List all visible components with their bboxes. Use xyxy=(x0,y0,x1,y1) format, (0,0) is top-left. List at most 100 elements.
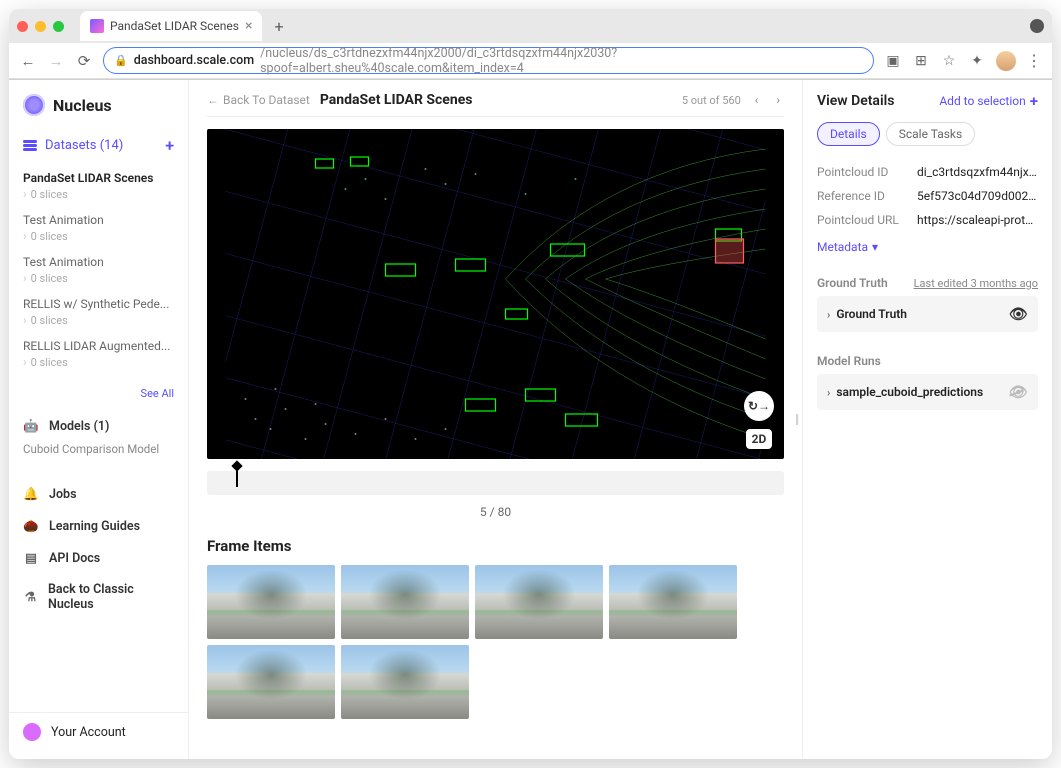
dataset-slices-count[interactable]: 0 slices xyxy=(9,271,188,293)
kv-value: https://scaleapi-protect... xyxy=(917,213,1038,227)
back-to-dataset-link[interactable]: ← Back To Dataset xyxy=(207,93,310,107)
chevron-right-icon: › xyxy=(827,308,830,321)
brand[interactable]: Nucleus xyxy=(9,88,188,130)
browser-tab[interactable]: PandaSet LIDAR Scenes × xyxy=(80,11,262,41)
url-path: /nucleus/ds_c3rtdnezxfm44njx2000/di_c3rt… xyxy=(260,46,863,76)
model-run-label: sample_cuboid_predictions xyxy=(836,385,983,399)
frame-thumbnail[interactable] xyxy=(341,645,469,719)
tab-details[interactable]: Details xyxy=(817,122,880,146)
dataset-slices-count[interactable]: 0 slices xyxy=(9,229,188,251)
sidebar: Nucleus Datasets (14) + PandaSet LIDAR S… xyxy=(9,80,189,759)
account-label: Your Account xyxy=(51,725,126,740)
main-content: ← Back To Dataset PandaSet LIDAR Scenes … xyxy=(189,80,802,759)
tab-title: PandaSet LIDAR Scenes xyxy=(110,19,239,33)
ground-truth-label: Ground Truth xyxy=(836,307,907,321)
kv-row: Pointcloud URLhttps://scaleapi-protect..… xyxy=(817,208,1038,232)
reload-icon[interactable]: ⟳ xyxy=(75,52,93,70)
sidebar-dataset-item[interactable]: RELLIS w/ Synthetic Pede... xyxy=(9,293,188,313)
visibility-off-icon[interactable]: 👁 xyxy=(1009,383,1028,401)
qr-icon[interactable]: ⊞ xyxy=(912,53,930,69)
url-domain: dashboard.scale.com xyxy=(134,53,254,68)
kv-row: Reference ID5ef573c04d709d002d3... xyxy=(817,184,1038,208)
datasets-list: PandaSet LIDAR Scenes 0 slices Test Anim… xyxy=(9,161,188,383)
sidebar-nav-jobs[interactable]: 🔔Jobs xyxy=(9,478,188,510)
frame-thumbnail[interactable] xyxy=(475,565,603,639)
sidebar-dataset-item[interactable]: RELLIS LIDAR Augmented... xyxy=(9,335,188,355)
sidebar-nav-guides[interactable]: 🌰Learning Guides xyxy=(9,510,188,542)
chevron-down-icon: ▾ xyxy=(872,240,878,254)
models-icon: 🤖 xyxy=(23,418,39,434)
dataset-slices-count[interactable]: 0 slices xyxy=(9,355,188,377)
extension-icon[interactable]: ✦ xyxy=(968,53,986,69)
close-tab-icon[interactable]: × xyxy=(245,18,252,34)
models-label: Models (1) xyxy=(49,419,109,434)
nucleus-logo-icon xyxy=(23,94,45,116)
see-all-link[interactable]: See All xyxy=(9,383,188,410)
add-dataset-button[interactable]: + xyxy=(165,136,174,155)
cast-icon[interactable]: ▣ xyxy=(884,53,902,69)
kv-key: Pointcloud ID xyxy=(817,165,917,179)
page-title: PandaSet LIDAR Scenes xyxy=(320,92,473,108)
dataset-slices-count[interactable]: 0 slices xyxy=(9,313,188,335)
kv-value: di_c3rtdsqzxfm44njx2030 xyxy=(917,165,1038,179)
sidebar-dataset-item[interactable]: PandaSet LIDAR Scenes xyxy=(9,167,188,187)
menu-kebab-icon[interactable]: ⋮ xyxy=(1026,51,1042,70)
ground-truth-row[interactable]: › Ground Truth 👁 xyxy=(817,296,1038,332)
your-account[interactable]: Your Account xyxy=(9,712,188,751)
model-run-row[interactable]: › sample_cuboid_predictions 👁 xyxy=(817,374,1038,410)
frame-thumbnail[interactable] xyxy=(207,565,335,639)
chevron-right-icon: › xyxy=(827,386,830,399)
address-bar[interactable]: 🔒 dashboard.scale.com /nucleus/ds_c3rtdn… xyxy=(103,47,874,74)
item-count: 5 out of 560 xyxy=(682,94,741,107)
frame-slider[interactable] xyxy=(207,471,784,495)
view-mode-2d-button[interactable]: 2D xyxy=(746,429,772,449)
frame-thumbnail[interactable] xyxy=(609,565,737,639)
window-controls[interactable] xyxy=(17,21,74,32)
sidebar-model-item[interactable]: Cuboid Comparison Model xyxy=(9,442,188,464)
add-to-selection-button[interactable]: Add to selection+ xyxy=(939,92,1038,110)
nav-back-icon[interactable]: ← xyxy=(19,52,37,70)
tab-scale-tasks[interactable]: Scale Tasks xyxy=(886,122,975,146)
pointcloud-viewer[interactable]: ↻→ 2D xyxy=(207,129,784,459)
sidebar-dataset-item[interactable]: Test Animation xyxy=(9,209,188,229)
details-title: View Details xyxy=(817,93,894,109)
new-tab-button[interactable]: + xyxy=(268,17,289,36)
brand-title: Nucleus xyxy=(53,96,112,115)
user-avatar-icon[interactable] xyxy=(996,51,1016,71)
sidebar-nav-apidocs[interactable]: ▤API Docs xyxy=(9,542,188,574)
gt-last-edited: Last edited 3 months ago xyxy=(914,277,1038,290)
visibility-on-icon[interactable]: 👁 xyxy=(1009,305,1028,323)
kv-row: Pointcloud IDdi_c3rtdsqzxfm44njx2030 xyxy=(817,160,1038,184)
details-panel: || View Details Add to selection+ Detail… xyxy=(802,80,1052,759)
metadata-toggle[interactable]: Metadata▾ xyxy=(817,232,1038,268)
datasets-header[interactable]: Datasets (14) + xyxy=(9,130,188,161)
favicon-icon xyxy=(90,19,104,33)
breadcrumb: ← Back To Dataset PandaSet LIDAR Scenes … xyxy=(207,92,784,117)
models-header[interactable]: 🤖 Models (1) xyxy=(9,410,188,442)
datasets-label: Datasets (14) xyxy=(45,138,123,153)
nav-forward-icon[interactable]: → xyxy=(47,52,65,70)
kv-key: Reference ID xyxy=(817,189,917,203)
next-item-button[interactable]: › xyxy=(772,93,784,107)
frame-items-title: Frame Items xyxy=(207,537,784,565)
sidebar-dataset-item[interactable]: Test Animation xyxy=(9,251,188,271)
kv-value: 5ef573c04d709d002d3... xyxy=(917,189,1038,203)
kv-key: Pointcloud URL xyxy=(817,213,917,227)
slider-thumb[interactable] xyxy=(236,467,238,487)
frame-thumbnail[interactable] xyxy=(207,645,335,719)
dataset-slices-count[interactable]: 0 slices xyxy=(9,187,188,209)
rotate-view-button[interactable]: ↻→ xyxy=(744,391,774,421)
resize-handle[interactable]: || xyxy=(795,412,797,427)
frame-counter: 5 / 80 xyxy=(207,495,784,537)
frame-items-grid xyxy=(207,565,784,719)
browser-chrome: PandaSet LIDAR Scenes × + ← → ⟳ 🔒 dashbo… xyxy=(9,9,1052,80)
datasets-icon xyxy=(23,140,37,151)
prev-item-button[interactable]: ‹ xyxy=(751,93,763,107)
doc-icon: ▤ xyxy=(23,550,39,566)
star-icon[interactable]: ☆ xyxy=(940,53,958,69)
sidebar-nav-classic[interactable]: ⚗Back to Classic Nucleus xyxy=(9,574,188,620)
bell-icon: 🔔 xyxy=(23,486,39,502)
profile-switcher-icon[interactable] xyxy=(1030,19,1044,33)
account-avatar-icon xyxy=(23,723,41,741)
frame-thumbnail[interactable] xyxy=(341,565,469,639)
